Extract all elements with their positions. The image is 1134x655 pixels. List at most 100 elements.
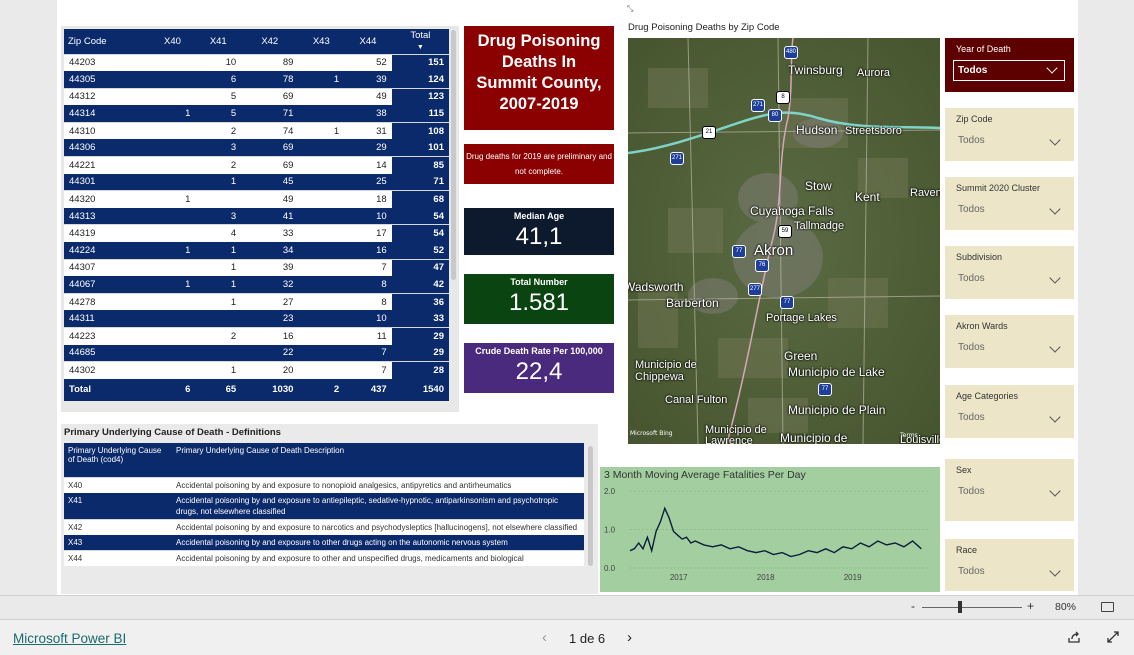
- slicer-age-categories[interactable]: Age Categories Todos: [945, 385, 1074, 438]
- table-scrollbar[interactable]: [451, 30, 456, 280]
- cell-x40: [149, 258, 196, 277]
- table-row[interactable]: 44301 1 45 25 71: [64, 173, 449, 191]
- map-shield-480: 480: [784, 46, 798, 59]
- zoom-in-button[interactable]: +: [1027, 599, 1034, 613]
- column-header-cause-code[interactable]: Primary Underlying Cause of Death (cod4): [64, 443, 172, 477]
- cell-x40: [149, 53, 196, 72]
- cell-zip: 44221: [64, 156, 150, 174]
- table-row[interactable]: 44310 2 74 1 31 108: [64, 121, 449, 140]
- cell-x40: [149, 310, 196, 328]
- previous-page-button[interactable]: ‹: [542, 629, 547, 646]
- definitions-scrollbar[interactable]: [588, 446, 593, 566]
- map-label-municipio-de-chippewa: Municipio de Chippewa: [635, 359, 697, 383]
- definition-row[interactable]: X40 Accidental poisoning by and exposure …: [64, 476, 584, 493]
- cell-x43: [298, 276, 345, 294]
- table-row[interactable]: 44302 1 20 7 28: [64, 361, 449, 379]
- definitions-title: Primary Underlying Cause of Death - Defi…: [64, 427, 281, 438]
- crude-death-rate-card: Crude Death Rate Per 100,000 22,4: [464, 343, 614, 393]
- map-shield-77-north: 77: [732, 245, 746, 258]
- slicer-akron-wards[interactable]: Akron Wards Todos: [945, 315, 1074, 368]
- chevron-down-icon: [1049, 341, 1061, 353]
- cell-x40: [149, 207, 196, 225]
- table-row[interactable]: 44306 3 69 29 101: [64, 139, 449, 157]
- zip-code-map[interactable]: Twinsburg Aurora Hudson Streetsboro Stow…: [628, 38, 940, 444]
- cell-x42: 41: [241, 207, 299, 225]
- table-row[interactable]: 44223 2 16 11 29: [64, 326, 449, 345]
- table-row[interactable]: 44314 1 5 71 38 115: [64, 105, 449, 123]
- cell-x44: 8: [344, 292, 392, 311]
- cell-total: 68: [391, 190, 449, 208]
- table-row[interactable]: 44221 2 69 14 85: [64, 156, 449, 174]
- slicer-sex[interactable]: Sex Todos: [945, 459, 1074, 521]
- column-header-x44[interactable]: X44: [344, 29, 392, 54]
- cell-x40: 1: [149, 276, 196, 294]
- chevron-down-icon: [1049, 411, 1061, 423]
- table-row[interactable]: 44224 1 1 34 16 52: [64, 242, 449, 260]
- table-row[interactable]: 44067 1 1 32 8 42: [64, 276, 449, 294]
- cell-x41: 1: [195, 242, 242, 260]
- table-row[interactable]: 44307 1 39 7 47: [64, 258, 449, 277]
- table-row[interactable]: 44203 10 89 52 151: [64, 53, 449, 72]
- definition-row[interactable]: X44 Accidental poisoning by and exposure …: [64, 549, 584, 566]
- year-dropdown[interactable]: Todos: [953, 60, 1065, 81]
- series-line-moving-average[interactable]: [629, 506, 922, 558]
- visual-resize-handle-icon[interactable]: ⤡: [627, 4, 633, 14]
- cell-x40: [149, 173, 196, 191]
- column-header-x42[interactable]: X42: [241, 29, 299, 54]
- cell-zip: 44067: [64, 276, 150, 294]
- next-page-button[interactable]: ›: [627, 629, 632, 646]
- slicer-subdivision[interactable]: Subdivision Todos: [945, 246, 1074, 299]
- fullscreen-icon[interactable]: [1106, 630, 1120, 649]
- slicer-zip-code[interactable]: Zip Code Todos: [945, 108, 1074, 161]
- share-icon[interactable]: [1067, 630, 1081, 649]
- definition-row[interactable]: X42 Accidental poisoning by and exposure …: [64, 518, 584, 535]
- cell-x42: 71: [241, 105, 299, 123]
- table-row[interactable]: 44313 3 41 10 54: [64, 207, 449, 225]
- table-row[interactable]: 44320 1 49 18 68: [64, 190, 449, 208]
- column-header-x43[interactable]: X43: [298, 29, 345, 54]
- table-row[interactable]: 44312 5 69 49 123: [64, 87, 449, 106]
- cell-x42: 33: [241, 224, 299, 243]
- slicer-sex-title: Sex: [956, 465, 972, 475]
- cell-x43: [298, 361, 345, 379]
- cell-x42: 69: [241, 156, 299, 174]
- moving-average-chart[interactable]: 3 Month Moving Average Fatalities Per Da…: [600, 467, 940, 592]
- slicer-age-title: Age Categories: [956, 391, 1019, 401]
- table-row[interactable]: 44685 22 7 29: [64, 344, 449, 362]
- definition-row[interactable]: X43 Accidental poisoning by and exposure …: [64, 534, 584, 550]
- map-label-wadsworth: Wadsworth: [628, 280, 684, 294]
- fit-to-page-icon[interactable]: [1101, 602, 1114, 612]
- slicer-year-title: Year of Death: [956, 44, 1011, 54]
- slicer-race[interactable]: Race Todos: [945, 539, 1074, 591]
- column-header-x41[interactable]: X41: [195, 29, 242, 54]
- cell-x41: 4: [195, 224, 242, 243]
- column-header-zip-code[interactable]: Zip Code: [64, 29, 150, 54]
- zoom-slider-track[interactable]: [922, 607, 1022, 608]
- table-row[interactable]: 44319 4 33 17 54: [64, 224, 449, 243]
- cell-total: 101: [391, 139, 449, 157]
- total-grand: 1540: [391, 378, 449, 401]
- cell-x43: 1: [298, 71, 345, 89]
- table-row[interactable]: 44305 6 78 1 39 124: [64, 71, 449, 89]
- cell-x43: [298, 207, 345, 225]
- cell-x42: 39: [241, 258, 299, 277]
- chevron-down-icon: [1046, 62, 1058, 74]
- table-row[interactable]: 44311 23 10 33: [64, 310, 449, 328]
- cell-total: 29: [391, 344, 449, 362]
- zoom-slider-thumb[interactable]: [958, 601, 962, 613]
- definition-row[interactable]: X41 Accidental poisoning by and exposure …: [64, 492, 584, 519]
- map-shield-21: 21: [702, 126, 716, 139]
- chevron-down-icon: [1049, 565, 1061, 577]
- cell-total: 108: [391, 121, 449, 140]
- column-header-total[interactable]: Total ▼: [391, 29, 449, 54]
- zoom-out-button[interactable]: -: [911, 599, 915, 613]
- crude-death-rate-label: Crude Death Rate Per 100,000: [475, 346, 603, 356]
- power-bi-link[interactable]: Microsoft Power BI: [13, 631, 126, 646]
- table-row[interactable]: 44278 1 27 8 36: [64, 292, 449, 311]
- slicer-summit-2020-cluster[interactable]: Summit 2020 Cluster Todos: [945, 177, 1074, 230]
- column-header-cause-description[interactable]: Primary Underlying Cause of Death Descri…: [172, 443, 584, 477]
- slicer-year-of-death[interactable]: Year of Death Todos: [945, 38, 1074, 92]
- slicer-subdivision-value: Todos: [958, 273, 985, 284]
- column-header-x40[interactable]: X40: [149, 29, 196, 54]
- map-terms-link[interactable]: Terms: [900, 432, 918, 439]
